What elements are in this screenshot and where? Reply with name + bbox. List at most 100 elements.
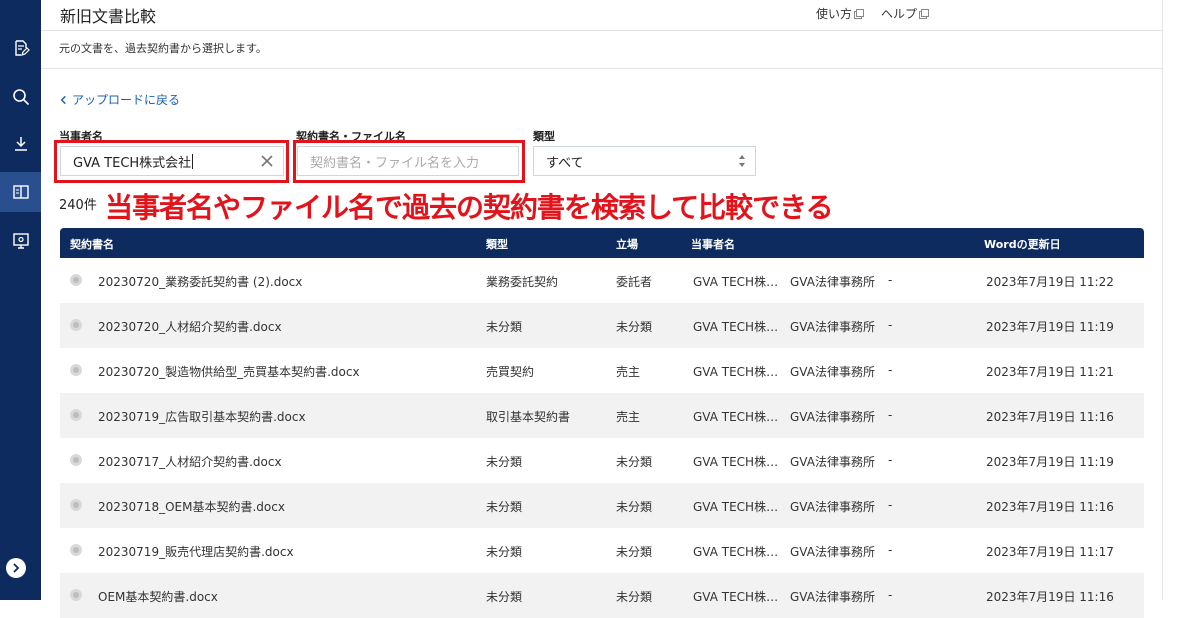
cell-party-2: GVA法律事務所 xyxy=(790,455,875,469)
table-row[interactable]: OEM基本契約書.docx 未分類 未分類 GVA TECH株… GVA法律事務所 -20… xyxy=(60,573,1144,618)
cell-type: 未分類 xyxy=(486,545,523,559)
cell-updated: 2023年7月19日 11:19 xyxy=(986,455,1114,469)
cell-updated: 2023年7月19日 11:16 xyxy=(986,410,1114,424)
page-subtitle: 元の文書を、過去契約書から選択します。 xyxy=(59,42,267,55)
expand-sidebar-button[interactable] xyxy=(6,558,26,578)
cell-party-1: GVA TECH株… xyxy=(693,320,779,334)
column-header-type: 類型 xyxy=(486,238,508,251)
highlight-party-name xyxy=(54,140,289,183)
row-select-radio[interactable] xyxy=(70,589,82,601)
monitor-settings-icon xyxy=(12,233,29,249)
header-divider xyxy=(41,30,1162,31)
cell-party-3: - xyxy=(888,453,893,467)
cell-party-2: GVA法律事務所 xyxy=(790,500,875,514)
help-link[interactable]: ヘルプ xyxy=(881,5,930,22)
table-row[interactable]: 20230718_OEM基本契約書.docx 未分類 未分類 GVA TECH株… GV… xyxy=(60,483,1144,528)
cell-type: 未分類 xyxy=(486,455,523,469)
cell-party-3: - xyxy=(888,408,893,422)
cell-party-3: - xyxy=(888,318,893,332)
cell-party-1: GVA TECH株… xyxy=(693,590,779,604)
cell-updated: 2023年7月19日 11:16 xyxy=(986,500,1114,514)
content-edge xyxy=(1162,0,1163,600)
table-row[interactable]: 20230720_製造物供給型_売買基本契約書.docx 売買契約 売主 GVA TE… xyxy=(60,348,1144,393)
cell-contract-name: 20230720_業務委託契約書 (2).docx xyxy=(98,275,303,289)
cell-type: 業務委託契約 xyxy=(486,275,559,289)
table-row[interactable]: 20230717_人材紹介契約書.docx 未分類 未分類 GVA TECH株… GVA… xyxy=(60,438,1144,483)
cell-updated: 2023年7月19日 11:16 xyxy=(986,590,1114,604)
chevron-left-icon xyxy=(60,95,66,104)
cell-party-2: GVA法律事務所 xyxy=(790,590,875,604)
sidebar-item-review[interactable] xyxy=(0,28,41,68)
cell-updated: 2023年7月19日 11:19 xyxy=(986,320,1114,334)
cell-party-1: GVA TECH株… xyxy=(693,500,779,514)
cell-party-3: - xyxy=(888,273,893,287)
cell-updated: 2023年7月19日 11:17 xyxy=(986,545,1114,559)
cell-contract-name: OEM基本契約書.docx xyxy=(98,590,218,604)
table-header: 契約書名 類型 立場 当事者名 Wordの更新日 xyxy=(60,228,1144,258)
table-row[interactable]: 20230720_人材紹介契約書.docx 未分類 未分類 GVA TECH株… GVA… xyxy=(60,303,1144,348)
table-row[interactable]: 20230719_販売代理店契約書.docx 未分類 未分類 GVA TECH株… GV… xyxy=(60,528,1144,573)
cell-position: 未分類 xyxy=(616,545,653,559)
select-arrows-icon xyxy=(739,155,745,167)
row-select-radio[interactable] xyxy=(70,319,82,331)
cell-position: 売主 xyxy=(616,365,641,379)
column-header-party: 当事者名 xyxy=(691,238,735,251)
cell-party-2: GVA法律事務所 xyxy=(790,275,875,289)
cell-position: 未分類 xyxy=(616,455,653,469)
cell-position: 委託者 xyxy=(616,275,653,289)
external-link-icon xyxy=(919,8,930,19)
sidebar-item-search[interactable] xyxy=(0,77,41,117)
result-count: 240件 xyxy=(59,198,97,213)
cell-position: 売主 xyxy=(616,410,641,424)
cell-type: 未分類 xyxy=(486,500,523,514)
cell-party-3: - xyxy=(888,363,893,377)
row-select-radio[interactable] xyxy=(70,454,82,466)
user-menu-area[interactable] xyxy=(944,2,1159,26)
row-select-radio[interactable] xyxy=(70,499,82,511)
cell-position: 未分類 xyxy=(616,320,653,334)
column-header-name: 契約書名 xyxy=(70,238,114,251)
cell-party-1: GVA TECH株… xyxy=(693,365,779,379)
compare-icon xyxy=(12,185,29,199)
cell-party-1: GVA TECH株… xyxy=(693,410,779,424)
cell-position: 未分類 xyxy=(616,590,653,604)
sidebar-item-compare[interactable] xyxy=(0,172,41,212)
cell-position: 未分類 xyxy=(616,500,653,514)
table-body: 20230720_業務委託契約書 (2).docx 業務委託契約 委託者 GVA TE… xyxy=(60,258,1144,618)
column-header-position: 立場 xyxy=(616,238,638,251)
how-to-use-label: 使い方 xyxy=(816,7,853,21)
document-edit-icon xyxy=(14,40,30,56)
column-header-updated: Wordの更新日 xyxy=(984,238,1061,251)
cell-party-3: - xyxy=(888,543,893,557)
row-select-radio[interactable] xyxy=(70,409,82,421)
how-to-use-link[interactable]: 使い方 xyxy=(816,5,865,22)
cell-party-1: GVA TECH株… xyxy=(693,455,779,469)
type-select[interactable]: すべて xyxy=(533,146,756,176)
cell-party-2: GVA法律事務所 xyxy=(790,410,875,424)
cell-contract-name: 20230718_OEM基本契約書.docx xyxy=(98,500,285,514)
highlight-contract-name xyxy=(293,140,525,183)
header: 新旧文書比較 使い方 ヘルプ xyxy=(41,0,1162,30)
sidebar xyxy=(0,0,41,600)
contracts-table: 契約書名 類型 立場 当事者名 Wordの更新日 20230720_業務委託契約… xyxy=(60,228,1144,618)
cell-contract-name: 20230719_広告取引基本契約書.docx xyxy=(98,410,306,424)
row-select-radio[interactable] xyxy=(70,274,82,286)
annotation-text: 当事者名やファイル名で過去の契約書を検索して比較できる xyxy=(105,191,834,224)
cell-type: 取引基本契約書 xyxy=(486,410,571,424)
help-label: ヘルプ xyxy=(881,7,918,21)
cell-type: 未分類 xyxy=(486,590,523,604)
external-link-icon xyxy=(854,8,865,19)
sidebar-item-download[interactable] xyxy=(0,124,41,164)
row-select-radio[interactable] xyxy=(70,544,82,556)
sidebar-item-presentation[interactable] xyxy=(0,221,41,261)
cell-party-2: GVA法律事務所 xyxy=(790,545,875,559)
cell-type: 未分類 xyxy=(486,320,523,334)
table-row[interactable]: 20230720_業務委託契約書 (2).docx 業務委託契約 委託者 GVA TE… xyxy=(60,258,1144,303)
cell-contract-name: 20230717_人材紹介契約書.docx xyxy=(98,455,282,469)
cell-type: 売買契約 xyxy=(486,365,535,379)
back-to-upload-link[interactable]: アップロードに戻る xyxy=(59,91,180,108)
cell-party-2: GVA法律事務所 xyxy=(790,320,875,334)
row-select-radio[interactable] xyxy=(70,364,82,376)
cell-contract-name: 20230719_販売代理店契約書.docx xyxy=(98,545,294,559)
table-row[interactable]: 20230719_広告取引基本契約書.docx 取引基本契約書 売主 GVA TECH… xyxy=(60,393,1144,438)
